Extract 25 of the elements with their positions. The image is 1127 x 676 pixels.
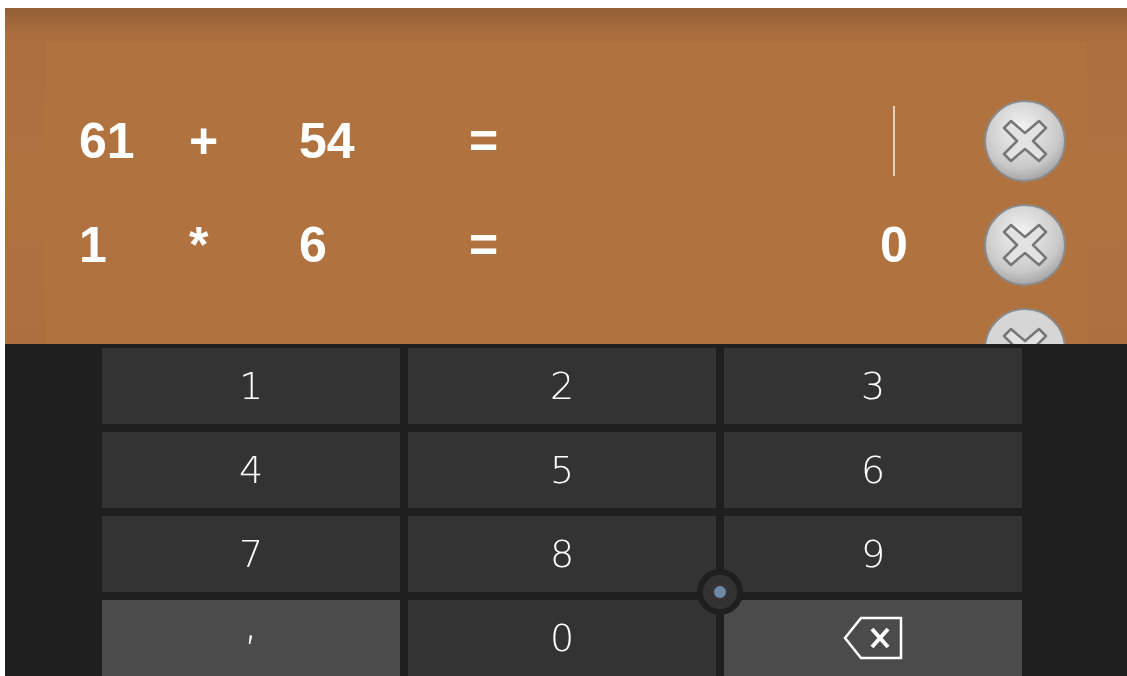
answer-field[interactable]: 0	[849, 209, 939, 281]
operator: *	[189, 216, 210, 274]
operand: 6	[299, 216, 328, 274]
equals-sign: =	[469, 216, 500, 274]
operand: 54	[299, 112, 356, 170]
number-key[interactable]: 8	[408, 516, 716, 592]
delete-button[interactable]	[983, 99, 1067, 183]
number-key[interactable]: 3	[724, 348, 1022, 424]
number-key[interactable]: 9	[724, 516, 1022, 592]
number-key[interactable]: 1	[102, 348, 400, 424]
number-key[interactable]: 2	[408, 348, 716, 424]
backspace-key[interactable]	[724, 600, 1022, 676]
number-key[interactable]: 4	[102, 432, 400, 508]
operator: +	[189, 112, 220, 170]
comma-key[interactable]: ,	[102, 600, 400, 676]
number-key[interactable]: 6	[724, 432, 1022, 508]
number-key[interactable]: 0	[408, 600, 716, 676]
number-key[interactable]: 7	[102, 516, 400, 592]
operand: 61	[79, 112, 136, 170]
equals-sign: =	[469, 112, 500, 170]
cursor-handle[interactable]	[697, 569, 743, 615]
backspace-icon	[843, 616, 903, 660]
delete-button[interactable]	[983, 203, 1067, 287]
number-key[interactable]: 5	[408, 432, 716, 508]
operand: 1	[79, 216, 108, 274]
